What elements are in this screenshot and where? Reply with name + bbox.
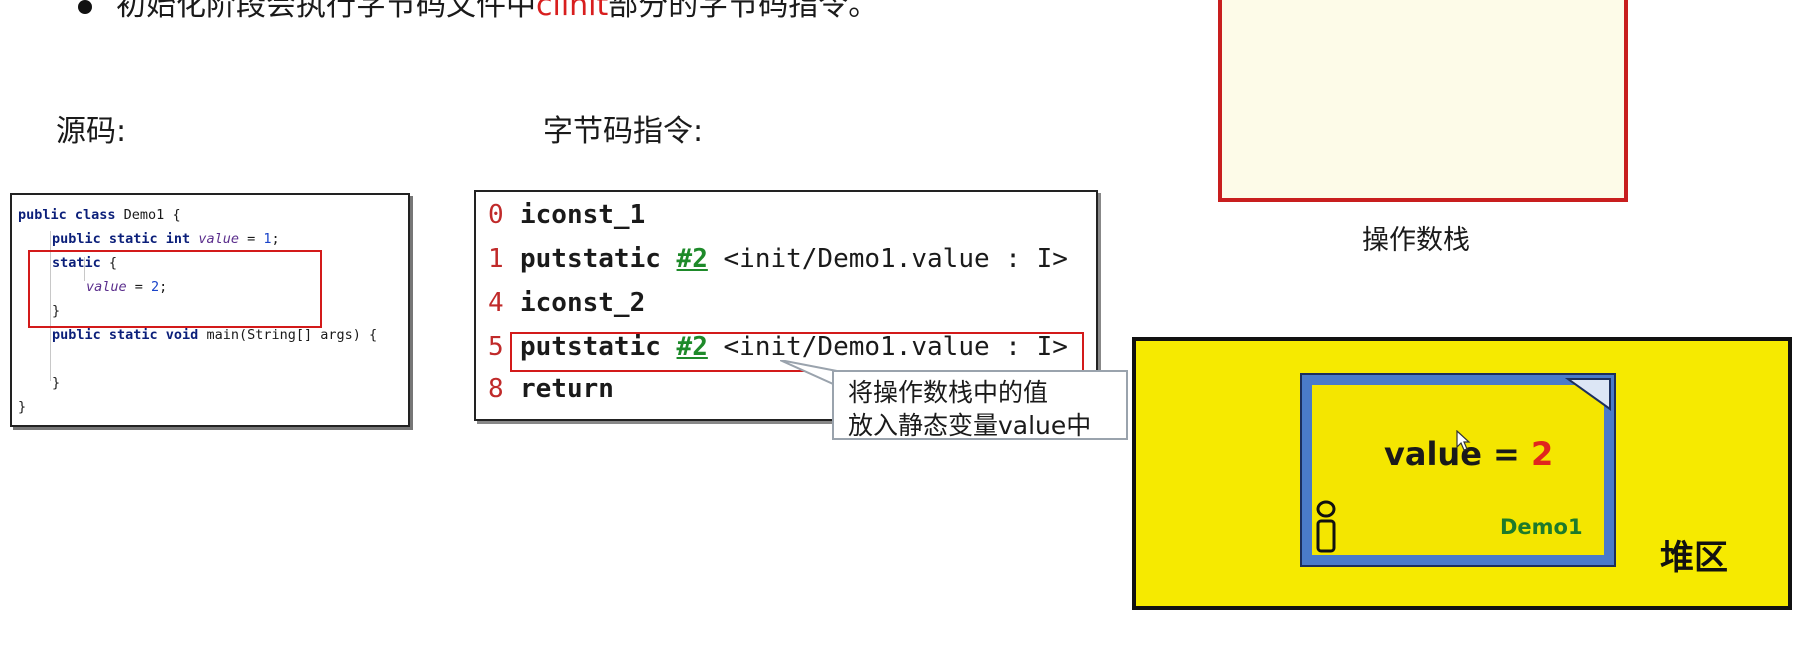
static-value-number: 2 — [1531, 435, 1554, 473]
callout-line-2: 放入静态变量value中 — [848, 411, 1092, 440]
intro-bullet: 初始化阶段会执行字节码文件中clinit部分的字节码指令。 — [78, 0, 878, 24]
callout-note: 将操作数栈中的值 放入静态变量value中 — [832, 370, 1128, 440]
operand-stack — [1218, 0, 1628, 202]
mouse-cursor-icon — [1456, 430, 1471, 451]
bullet-icon — [78, 0, 92, 14]
bytecode-row: 4 iconst_2 — [488, 288, 646, 318]
bytecode-row: 0 iconst_1 — [488, 200, 646, 230]
intro-prefix: 初始化阶段会执行字节码文件中 — [116, 0, 536, 23]
cylinder-icon — [1316, 500, 1336, 553]
heap-label: 堆区 — [1660, 538, 1728, 578]
operand-stack-label: 操作数栈 — [1362, 225, 1470, 256]
code-line-7: } — [52, 375, 61, 391]
code-line-2: public static int value = 1; — [52, 231, 280, 247]
class-name-label: Demo1 — [1500, 515, 1583, 539]
source-code-box: public class Demo1 { public static int v… — [10, 193, 410, 427]
static-block-highlight — [28, 250, 322, 328]
callout-line-1: 将操作数栈中的值 — [848, 378, 1049, 407]
code-line-8: } — [18, 399, 27, 415]
bytecode-row: 8 return — [488, 374, 614, 404]
class-object: value = 2 Demo1 — [1300, 373, 1616, 567]
intro-highlight: clinit — [536, 0, 609, 23]
page-fold-icon — [1564, 378, 1611, 411]
bytecode-row: 1 putstatic #2 <init/Demo1.value : I> — [488, 244, 1068, 274]
intro-suffix: 部分的字节码指令。 — [608, 0, 879, 23]
source-label: 源码: — [56, 114, 127, 149]
bytecode-label: 字节码指令: — [543, 114, 704, 149]
code-line-1: public class Demo1 { — [18, 207, 181, 223]
